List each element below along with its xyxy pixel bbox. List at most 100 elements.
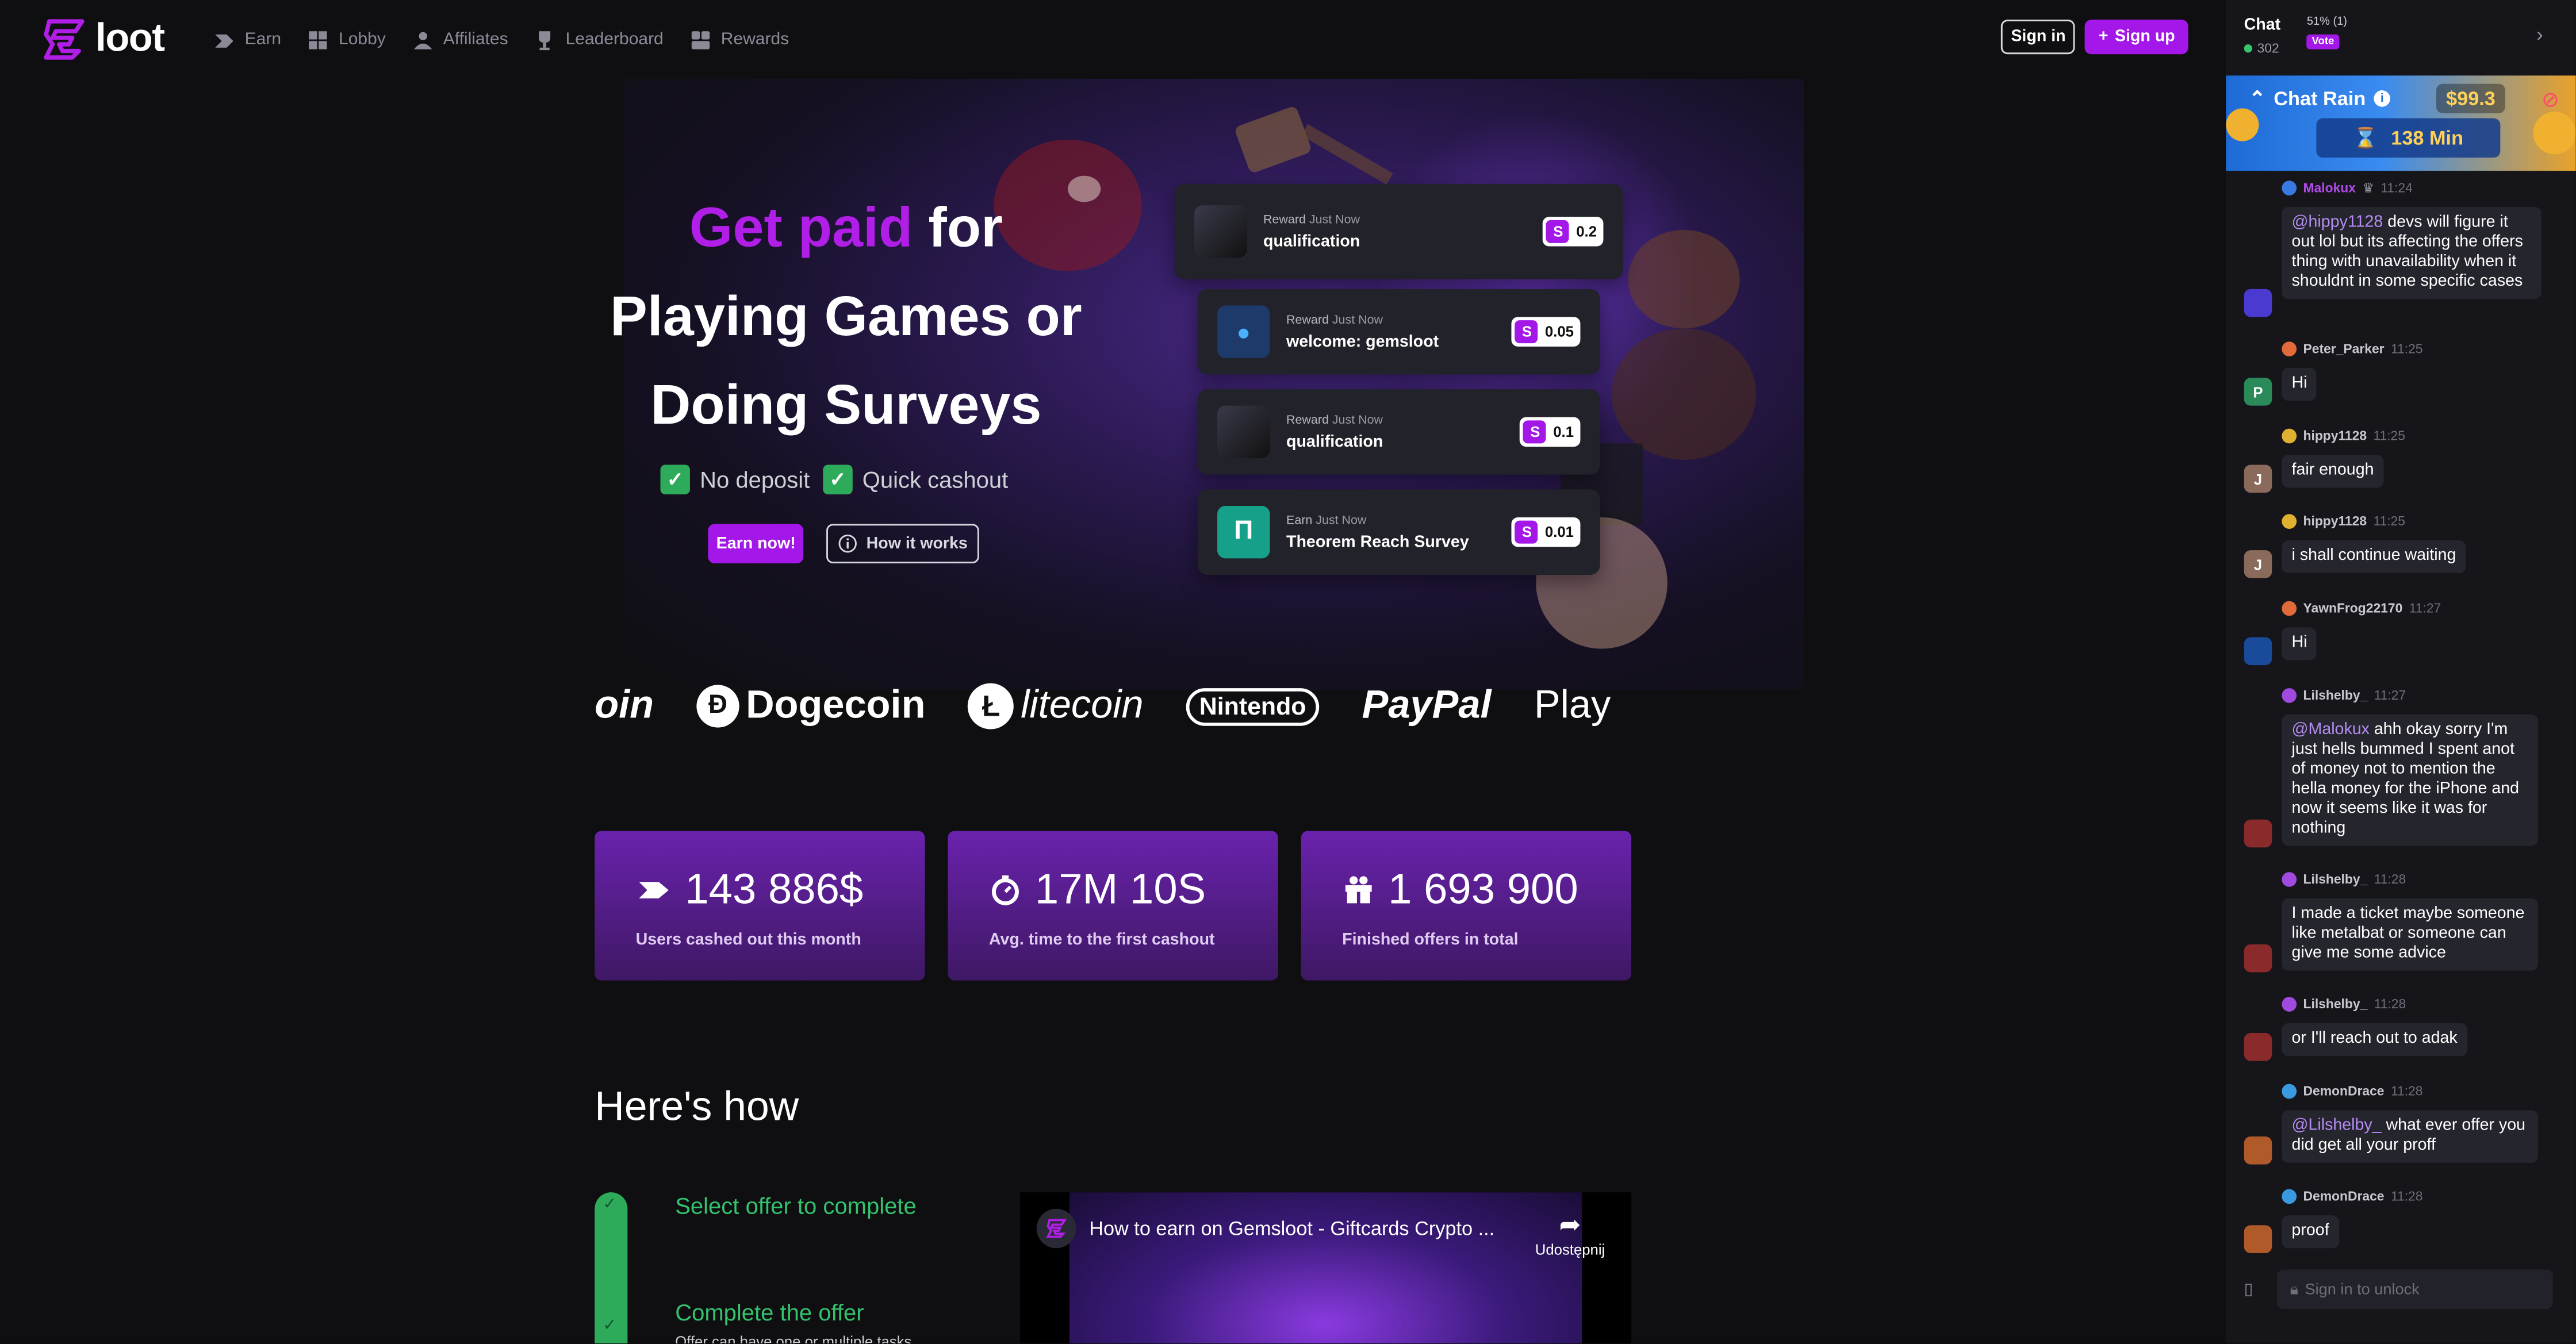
avatar[interactable] (2244, 1033, 2272, 1061)
chevron-up-icon: ⌃ (2249, 87, 2266, 110)
nav-item-lobby[interactable]: Lobby (308, 29, 386, 50)
vote-badge[interactable]: Vote (2306, 34, 2339, 49)
how-it-works-label: How it works (866, 534, 968, 553)
reward-card: Reward Just Now qualification S 0.1 (1197, 389, 1600, 475)
message-mention[interactable]: @hippy1128 (2292, 213, 2383, 231)
avatar[interactable] (2244, 1225, 2272, 1253)
hero-heading-highlight: Get paid (689, 197, 913, 260)
message-time: 11:27 (2374, 688, 2406, 703)
video-share-label: Udostępnij (1535, 1241, 1605, 1258)
message-author[interactable]: Lilshelby_ (2303, 997, 2368, 1012)
chat-rain-label: Chat Rain (2274, 87, 2366, 110)
collapse-chat-chevron-icon[interactable]: › (2536, 23, 2543, 46)
brand-paypal: PayPal (1362, 683, 1492, 728)
coin-icon: S (1515, 320, 1539, 344)
avatar[interactable] (2244, 289, 2272, 317)
message-author[interactable]: hippy1128 (2303, 429, 2367, 444)
chat-input-placeholder: Sign in to unlock (2305, 1280, 2420, 1299)
message-header: Lilshelby_ 11:28 (2282, 872, 2406, 887)
stat-label: Finished offers in total (1342, 931, 1519, 950)
rewards-icon (691, 30, 710, 49)
avatar[interactable]: P (2244, 378, 2272, 406)
message-header: DemonDrace 11:28 (2282, 1189, 2422, 1204)
avatar[interactable]: J (2244, 550, 2272, 578)
message-header: Lilshelby_ 11:27 (2282, 688, 2406, 703)
message-author[interactable]: DemonDrace (2303, 1189, 2385, 1204)
level-badge-icon (2282, 997, 2297, 1012)
avatar[interactable]: J (2244, 464, 2272, 493)
nav-item-affiliates[interactable]: Affiliates (412, 29, 508, 50)
video-title[interactable]: How to earn on Gemsloot - Giftcards Cryp… (1089, 1217, 1494, 1240)
message-author[interactable]: DemonDrace (2303, 1084, 2385, 1099)
nav-item-earn[interactable]: Earn (213, 29, 281, 50)
how-it-works-button[interactable]: How it works (827, 524, 979, 563)
nav-item-rewards[interactable]: Rewards (689, 29, 789, 50)
message-time: 11:27 (2409, 601, 2441, 616)
tutorial-video[interactable]: How to earn on Gemsloot - Giftcards Cryp… (1020, 1192, 1632, 1344)
brand-dogecoin-label: Dogecoin (746, 683, 926, 728)
chat-header: Chat 302 51% (1) Vote › (2226, 0, 2576, 75)
message-time: 11:28 (2390, 1084, 2423, 1099)
litecoin-icon: Ł (968, 683, 1014, 729)
reward-kind: Reward (1286, 312, 1329, 327)
message-author[interactable]: YawnFrog22170 (2303, 601, 2403, 616)
stat-label: Avg. time to the first cashout (988, 931, 1215, 950)
vote-widget[interactable]: 51% (1) Vote (2306, 17, 2347, 49)
step-complete-offer: Complete the offer (675, 1299, 864, 1326)
bookmark-icon[interactable]: ▯ (2244, 1280, 2261, 1298)
avatar[interactable] (2244, 1136, 2272, 1165)
avatar[interactable] (2244, 819, 2272, 848)
logo-icon (44, 19, 85, 60)
chat-rain-title[interactable]: ⌃ Chat Rain i (2249, 87, 2391, 110)
chat-rain-timer: ⌛ 138 Min (2316, 118, 2501, 158)
hourglass-icon: ⌛ (2353, 126, 2378, 149)
avatar[interactable] (2244, 637, 2272, 666)
message-text: Hi (2291, 374, 2307, 393)
message-mention[interactable]: @Lilshelby_ (2292, 1117, 2382, 1135)
message-author[interactable]: hippy1128 (2303, 514, 2367, 529)
chat-input[interactable]: 🔒︎ Sign in to unlock (2276, 1269, 2553, 1310)
level-badge-icon (2282, 341, 2297, 356)
sign-in-button[interactable]: Sign in (2001, 20, 2076, 55)
message-text: or I'll reach out to adak (2291, 1030, 2458, 1048)
logo[interactable]: loot (40, 17, 165, 63)
brand-playstation: Play (1534, 683, 1611, 728)
info-icon[interactable]: i (2374, 90, 2391, 107)
message-bubble: or I'll reach out to adak (2282, 1023, 2467, 1057)
message-bubble: @Malokux ahh okay sorry I'm just hells b… (2282, 714, 2539, 846)
nav-item-label: Lobby (339, 29, 386, 49)
info-icon (839, 534, 857, 553)
earn-now-button[interactable]: Earn now! (708, 524, 804, 563)
message-header: hippy1128 11:25 (2282, 428, 2405, 444)
ban-icon[interactable]: ⊘ (2542, 87, 2559, 113)
message-text: Hi (2291, 633, 2307, 652)
message-author[interactable]: Peter_Parker (2303, 341, 2385, 356)
reward-title: Theorem Reach Survey (1286, 533, 1469, 552)
message-mention[interactable]: @Malokux (2292, 721, 2370, 739)
message-author[interactable]: Malokux (2303, 181, 2356, 195)
level-badge-icon (2282, 688, 2297, 703)
coin-decoration-icon (2533, 112, 2576, 155)
nav-item-leaderboard[interactable]: Leaderboard (534, 29, 664, 50)
online-count-value: 302 (2257, 41, 2279, 56)
message-time: 11:25 (2373, 514, 2406, 529)
sign-up-button[interactable]: + Sign up (2085, 20, 2188, 55)
reward-time: Just Now (1316, 512, 1367, 528)
message-text: fair enough (2291, 461, 2374, 480)
trophy-icon (539, 30, 551, 49)
message-time: 11:28 (2374, 872, 2406, 887)
plus-icon: + (2098, 28, 2109, 46)
message-text: I made a ticket maybe someone like metal… (2291, 905, 2525, 963)
reward-title: qualification (1286, 433, 1383, 452)
section-title-heres-how: Here's how (595, 1084, 799, 1130)
message-author[interactable]: Lilshelby_ (2303, 688, 2368, 703)
stat-value: 143 886$ (685, 863, 864, 913)
chat-sidebar: Chat 302 51% (1) Vote › ⌃ Chat Rain i $9… (2226, 0, 2576, 1344)
perk-label: No deposit (700, 466, 810, 493)
message-author[interactable]: Lilshelby_ (2303, 872, 2368, 887)
video-share-button[interactable]: ➦ Udostępnij (1535, 1209, 1605, 1258)
reward-amount: S 0.01 (1512, 517, 1581, 547)
avatar[interactable] (2244, 944, 2272, 973)
sign-up-label: Sign up (2114, 28, 2175, 46)
chat-rain-amount: $99.3 (2436, 83, 2506, 114)
